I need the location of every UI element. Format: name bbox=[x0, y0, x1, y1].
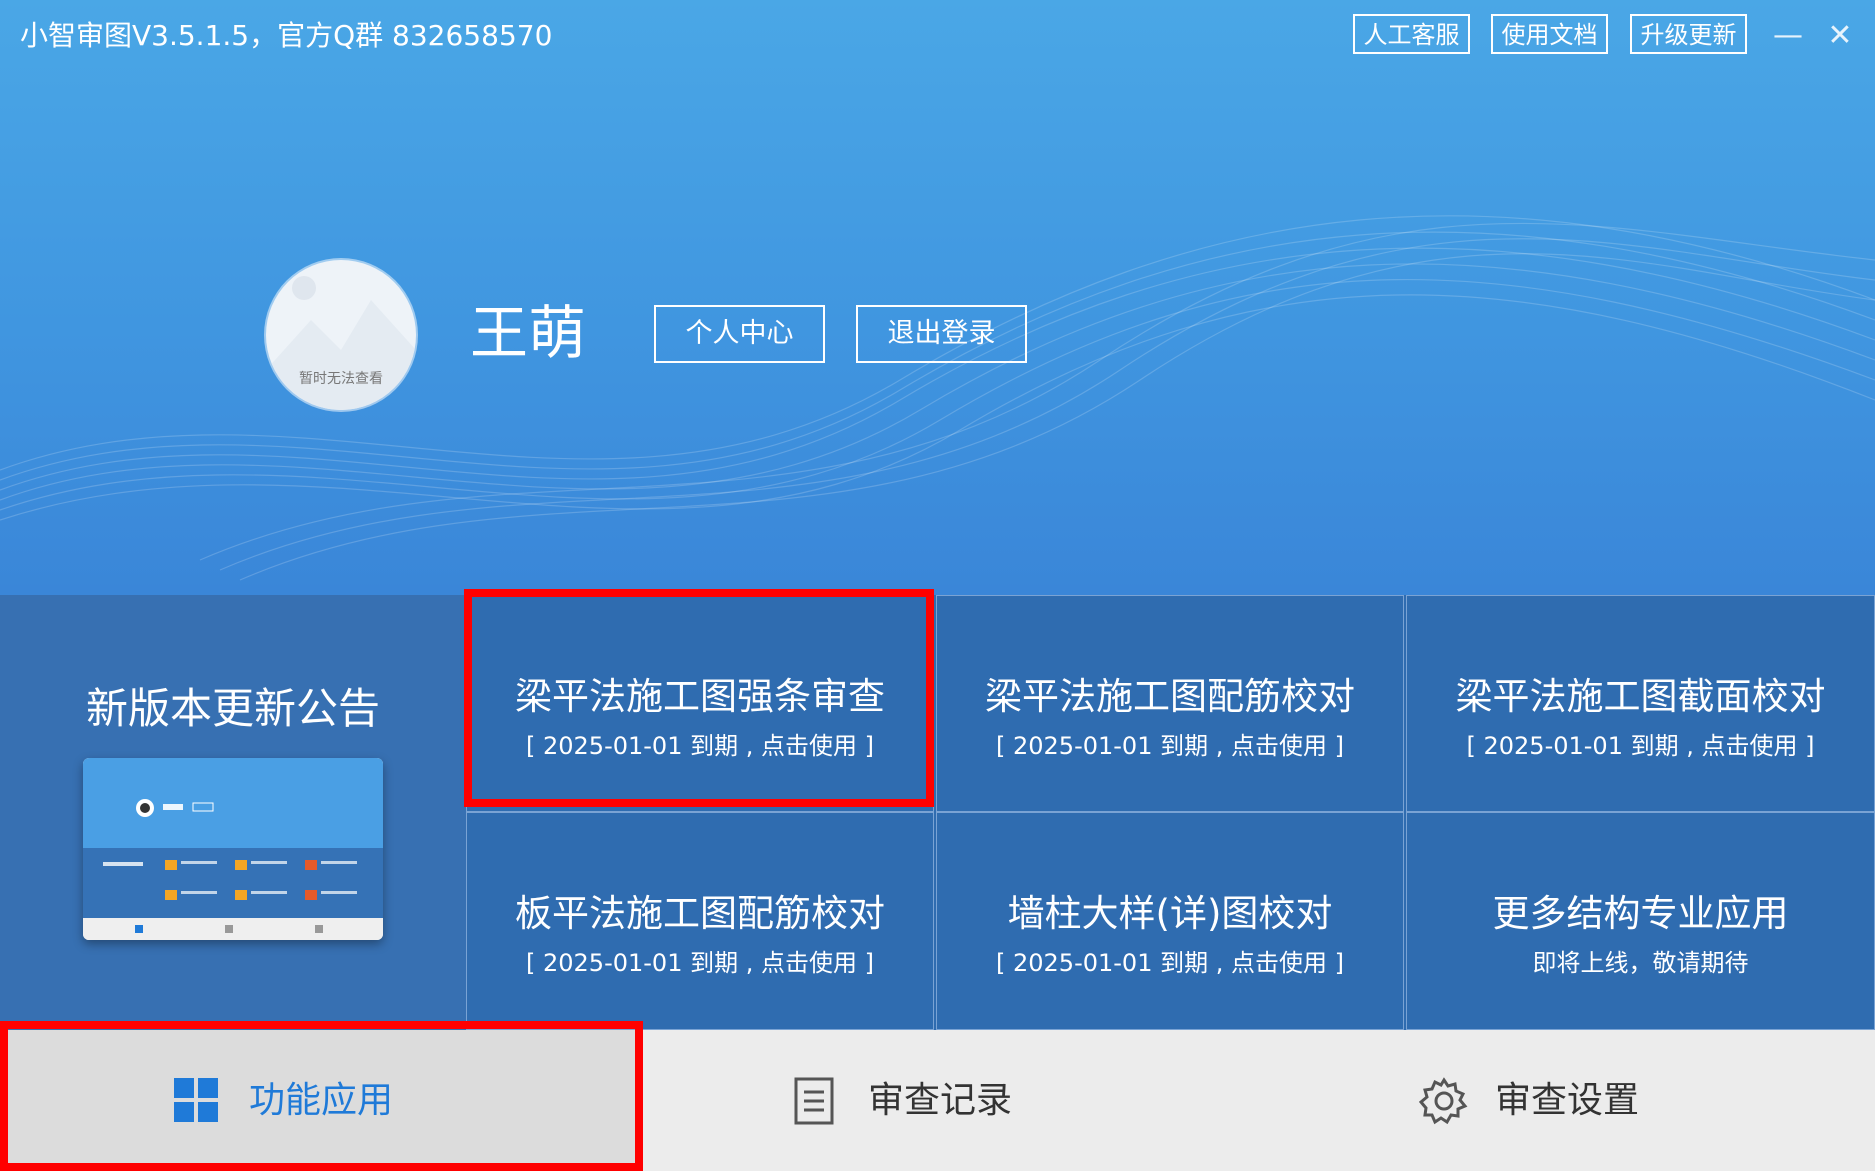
tile-expiry: [ 2025-01-01 到期 , 点击使用 ] bbox=[526, 732, 874, 760]
app-preview-image bbox=[83, 758, 383, 940]
bottom-tab-bar: 功能应用 审查记录 审查设置 bbox=[0, 1030, 1875, 1171]
documentation-button[interactable]: 使用文档 bbox=[1491, 14, 1608, 54]
minimize-icon[interactable]: — bbox=[1770, 18, 1806, 54]
tile-title: 板平法施工图配筋校对 bbox=[515, 892, 885, 935]
update-notice-panel[interactable]: 新版本更新公告 bbox=[0, 595, 466, 1030]
tile-slab-rebar-check[interactable]: 板平法施工图配筋校对 [ 2025-01-01 到期 , 点击使用 ] bbox=[466, 812, 934, 1030]
username: 王萌 bbox=[470, 299, 587, 367]
avatar-caption: 暂时无法查看 bbox=[299, 371, 383, 387]
tile-expiry: [ 2025-01-01 到期 , 点击使用 ] bbox=[526, 949, 874, 977]
notice-title: 新版本更新公告 bbox=[85, 684, 380, 733]
tab-review-records[interactable]: 审查记录 bbox=[643, 1030, 1259, 1171]
tile-more-apps[interactable]: 更多结构专业应用 即将上线，敬请期待 bbox=[1406, 812, 1875, 1030]
upgrade-button[interactable]: 升级更新 bbox=[1630, 14, 1747, 54]
tile-wall-column-detail-check[interactable]: 墙柱大样(详)图校对 [ 2025-01-01 到期 , 点击使用 ] bbox=[936, 812, 1404, 1030]
logout-button[interactable]: 退出登录 bbox=[856, 305, 1027, 363]
tile-title: 梁平法施工图配筋校对 bbox=[985, 675, 1355, 718]
tile-expiry: [ 2025-01-01 到期 , 点击使用 ] bbox=[996, 732, 1344, 760]
avatar[interactable]: 暂时无法查看 bbox=[266, 260, 416, 410]
tile-beam-mandatory-review[interactable]: 梁平法施工图强条审查 [ 2025-01-01 到期 , 点击使用 ] bbox=[466, 595, 934, 812]
tab-function-apps[interactable]: 功能应用 bbox=[0, 1030, 643, 1171]
customer-service-button[interactable]: 人工客服 bbox=[1353, 14, 1470, 54]
header-banner: 小智审图V3.5.1.5，官方Q群 832658570 人工客服 使用文档 升级… bbox=[0, 0, 1875, 595]
tile-coming-soon: 即将上线，敬请期待 bbox=[1532, 949, 1749, 977]
document-icon bbox=[794, 1077, 834, 1125]
tile-title: 更多结构专业应用 bbox=[1492, 892, 1789, 935]
tile-expiry: [ 2025-01-01 到期 , 点击使用 ] bbox=[1466, 732, 1815, 760]
tile-expiry: [ 2025-01-01 到期 , 点击使用 ] bbox=[996, 949, 1344, 977]
function-grid: 新版本更新公告 梁平法施工图强条审查 [2025-01-01 到期 , 点击使… bbox=[0, 595, 1875, 1030]
tile-title: 梁平法施工图强条审查 bbox=[515, 675, 885, 718]
window-title: 小智审图V3.5.1.5，官方Q群 832658570 bbox=[20, 19, 553, 52]
gear-icon bbox=[1419, 1077, 1468, 1125]
personal-center-button[interactable]: 个人中心 bbox=[654, 305, 825, 363]
tab-label: 审查记录 bbox=[868, 1080, 1013, 1121]
close-icon[interactable]: ✕ bbox=[1822, 18, 1858, 54]
tile-beam-section-check[interactable]: 梁平法施工图截面校对 [ 2025-01-01 到期 , 点击使用 ] bbox=[1406, 595, 1875, 812]
tile-title: 梁平法施工图截面校对 bbox=[1455, 675, 1826, 718]
windows-grid-icon bbox=[174, 1078, 218, 1122]
tab-label: 审查设置 bbox=[1495, 1080, 1640, 1121]
tile-title: 墙柱大样(详)图校对 bbox=[1007, 892, 1333, 935]
notice-thumbnail[interactable] bbox=[83, 758, 383, 940]
tab-review-settings[interactable]: 审查设置 bbox=[1259, 1030, 1875, 1171]
tile-beam-rebar-check[interactable]: 梁平法施工图配筋校对 [ 2025-01-01 到期 , 点击使用 ] bbox=[936, 595, 1404, 812]
tab-label: 功能应用 bbox=[249, 1080, 394, 1121]
